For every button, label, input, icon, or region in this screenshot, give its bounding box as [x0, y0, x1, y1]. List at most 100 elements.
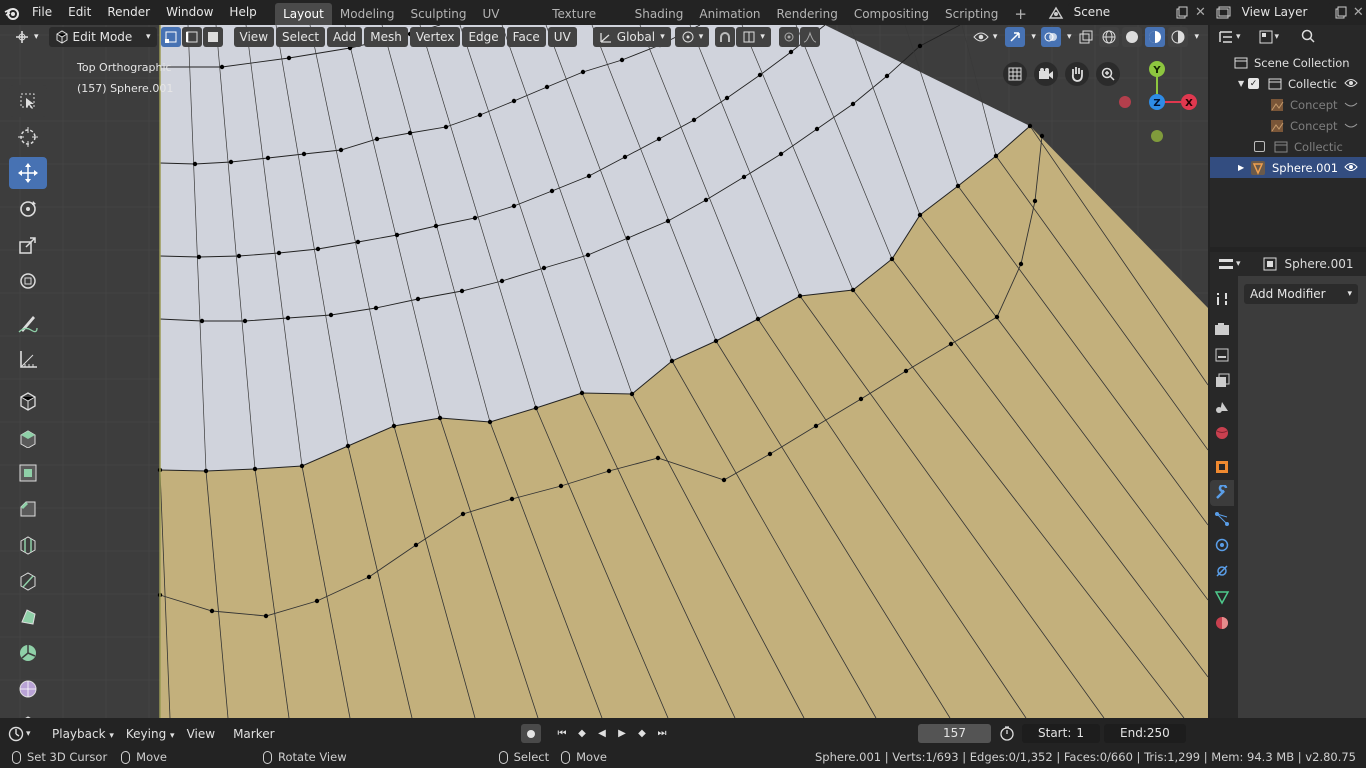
- outliner-scene-collection[interactable]: Scene Collection: [1210, 52, 1366, 73]
- material-preview-shading-icon[interactable]: [1145, 27, 1166, 47]
- knife-tool-icon[interactable]: [9, 565, 47, 597]
- scene-tab-icon[interactable]: [1210, 394, 1234, 420]
- face-select-mode-icon[interactable]: [202, 27, 223, 47]
- eye-icon[interactable]: [1344, 161, 1358, 175]
- timeline-editor-type-icon[interactable]: ▾: [8, 726, 44, 742]
- view-layer-field[interactable]: View Layer: [1235, 3, 1332, 22]
- outliner-row-sphere[interactable]: ▶ Sphere.001: [1210, 157, 1366, 178]
- physics-tab-icon[interactable]: [1210, 532, 1234, 558]
- zoom-view-icon[interactable]: [1096, 62, 1120, 86]
- add-modifier-dropdown[interactable]: Add Modifier ▾: [1244, 284, 1358, 304]
- poly-build-tool-icon[interactable]: [9, 601, 47, 633]
- extrude-tool-icon[interactable]: [9, 421, 47, 453]
- record-icon[interactable]: [521, 724, 541, 743]
- hidden-eye-icon[interactable]: [1344, 98, 1358, 112]
- gizmo-toggle-icon[interactable]: [1005, 27, 1026, 47]
- outliner-row-collection-2[interactable]: Collectic: [1210, 136, 1366, 157]
- timeline-menu-view[interactable]: View: [181, 724, 221, 744]
- play-reverse-icon[interactable]: ◀: [593, 724, 611, 743]
- tab-modeling[interactable]: Modeling: [332, 3, 403, 25]
- menu-render[interactable]: Render: [99, 0, 158, 25]
- object-tab-icon[interactable]: [1210, 454, 1234, 480]
- overlays-dropdown[interactable]: ▾: [1064, 27, 1075, 47]
- menu-edit[interactable]: Edit: [60, 0, 99, 25]
- gizmo-dropdown[interactable]: ▾: [1028, 27, 1039, 47]
- transform-orientation-dropdown[interactable]: Global ▾: [592, 27, 671, 47]
- editor-type-dropdown[interactable]: ▾: [8, 27, 45, 47]
- outliner-search-icon[interactable]: [1301, 29, 1315, 46]
- timeline-menu-keying[interactable]: Keying ▾: [120, 724, 181, 744]
- proportional-editing-icon[interactable]: [778, 27, 799, 47]
- end-frame-field[interactable]: End: 250: [1104, 724, 1186, 743]
- delete-scene-icon[interactable]: ✕: [1191, 5, 1210, 20]
- transform-tool-icon[interactable]: [9, 265, 47, 297]
- hidden-eye-icon[interactable]: [1344, 119, 1358, 133]
- mode-dropdown[interactable]: Edit Mode ▾: [48, 27, 157, 47]
- view-layer-tab-icon[interactable]: [1210, 368, 1234, 394]
- jump-to-keyframe-prev-icon[interactable]: ◆: [573, 724, 591, 743]
- menu-uv[interactable]: UV: [547, 27, 577, 47]
- edge-select-mode-icon[interactable]: [181, 27, 202, 47]
- overlays-toggle-icon[interactable]: [1040, 27, 1061, 47]
- play-icon[interactable]: ▶: [613, 724, 631, 743]
- vertex-select-mode-icon[interactable]: [160, 27, 181, 47]
- snap-toggle-icon[interactable]: [715, 27, 736, 47]
- viewport-visibility-dropdown[interactable]: ▾: [967, 27, 1004, 47]
- menu-select[interactable]: Select: [276, 27, 326, 47]
- material-tab-icon[interactable]: [1210, 610, 1234, 636]
- loop-cut-tool-icon[interactable]: [9, 529, 47, 561]
- tab-layout[interactable]: Layout: [275, 2, 332, 25]
- shading-dropdown[interactable]: ▾: [1191, 27, 1202, 47]
- menu-mesh[interactable]: Mesh: [364, 27, 408, 47]
- menu-face[interactable]: Face: [506, 27, 546, 47]
- 3d-viewport[interactable]: Top Orthographic (157) Sphere.001 Y X Z: [0, 25, 1208, 718]
- menu-vertex[interactable]: Vertex: [409, 27, 461, 47]
- measure-tool-icon[interactable]: [9, 343, 47, 375]
- new-view-layer-icon[interactable]: [1332, 6, 1351, 19]
- menu-edge[interactable]: Edge: [462, 27, 505, 47]
- tab-uv-editing[interactable]: UV Editing: [475, 3, 545, 43]
- mesh-canvas[interactable]: [0, 25, 1208, 718]
- timeline-menu-playback[interactable]: Playback ▾: [46, 724, 120, 744]
- toggle-grid-icon[interactable]: [1003, 62, 1027, 86]
- tool-settings-tab-icon[interactable]: [1210, 286, 1234, 312]
- scene-icon[interactable]: [1044, 6, 1068, 20]
- tab-scripting[interactable]: Scripting: [937, 3, 1006, 25]
- world-tab-icon[interactable]: [1210, 420, 1234, 446]
- checkbox-icon[interactable]: ✓: [1248, 78, 1259, 89]
- scale-tool-icon[interactable]: [9, 229, 47, 261]
- inset-tool-icon[interactable]: [9, 457, 47, 489]
- proportional-falloff-icon[interactable]: [799, 27, 820, 47]
- properties-editor-type-icon[interactable]: ▾: [1218, 257, 1241, 271]
- solid-shading-icon[interactable]: [1122, 27, 1143, 47]
- modifier-tab-icon[interactable]: [1210, 480, 1234, 506]
- new-scene-icon[interactable]: [1172, 6, 1191, 19]
- jump-to-keyframe-next-icon[interactable]: ◆: [633, 724, 651, 743]
- outliner-row-concept-2[interactable]: Concept: [1210, 115, 1366, 136]
- output-tab-icon[interactable]: [1210, 342, 1234, 368]
- cursor-tool-icon[interactable]: [9, 121, 47, 153]
- delete-view-layer-icon[interactable]: ✕: [1351, 5, 1366, 20]
- add-cube-tool-icon[interactable]: [9, 385, 47, 417]
- menu-help[interactable]: Help: [221, 0, 264, 25]
- outliner-row-collection[interactable]: ▼ ✓ Collectic: [1210, 73, 1366, 94]
- object-data-tab-icon[interactable]: [1210, 584, 1234, 610]
- rotate-tool-icon[interactable]: [9, 193, 47, 225]
- start-frame-field[interactable]: Start: 1: [1022, 724, 1100, 743]
- tab-texture-paint[interactable]: Texture Paint: [544, 3, 626, 43]
- outliner-row-concept-1[interactable]: Concept: [1210, 94, 1366, 115]
- pivot-point-dropdown[interactable]: ▾: [674, 27, 710, 47]
- jump-to-start-icon[interactable]: ⏮: [553, 724, 571, 743]
- navigation-gizmo[interactable]: Y X Z: [1110, 59, 1200, 149]
- smooth-tool-icon[interactable]: [9, 673, 47, 705]
- outliner-editor-type-icon[interactable]: ▾: [1218, 30, 1241, 44]
- shrink-tool-icon[interactable]: [9, 709, 47, 718]
- eye-icon[interactable]: [1344, 77, 1358, 91]
- spin-tool-icon[interactable]: [9, 637, 47, 669]
- annotate-tool-icon[interactable]: [9, 307, 47, 339]
- tab-rendering[interactable]: Rendering: [769, 3, 846, 25]
- select-box-tool-icon[interactable]: [9, 85, 47, 117]
- rendered-shading-icon[interactable]: [1168, 27, 1189, 47]
- render-tab-icon[interactable]: [1210, 316, 1234, 342]
- pan-view-hand-icon[interactable]: [1065, 62, 1089, 86]
